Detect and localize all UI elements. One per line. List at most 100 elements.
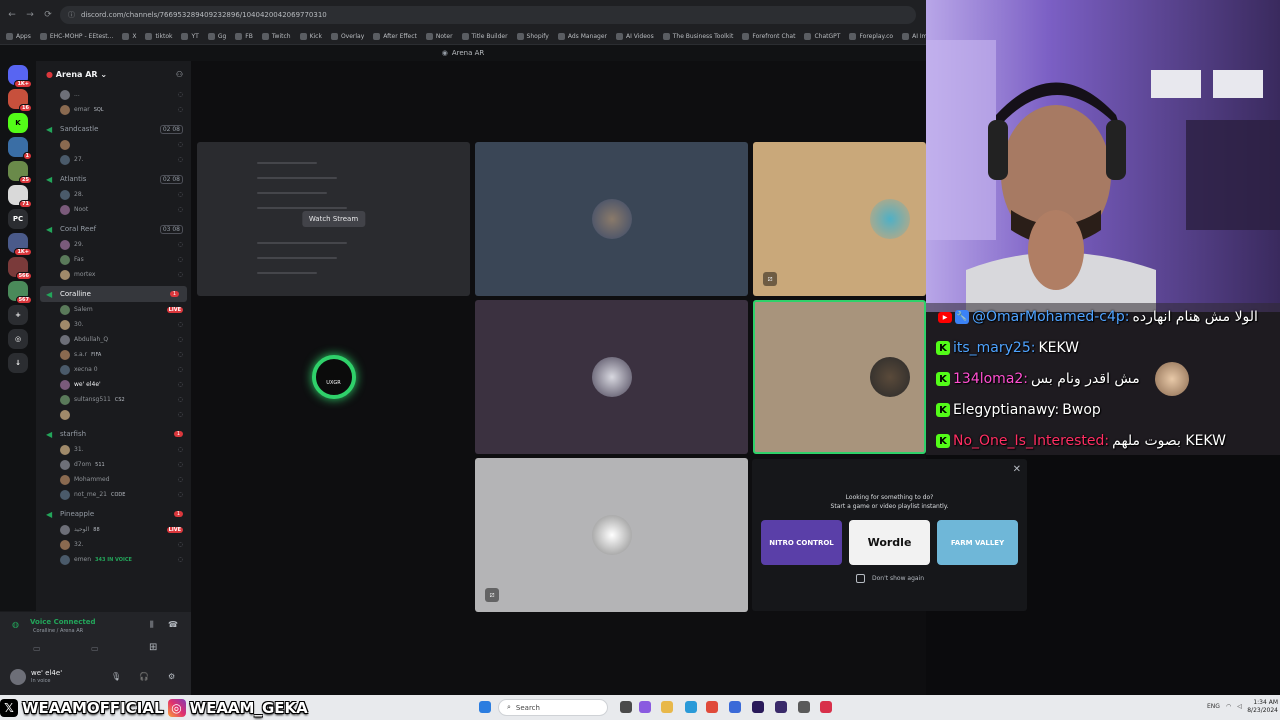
chrome-icon[interactable] — [706, 701, 718, 713]
server-icon[interactable]: 25 — [8, 161, 32, 184]
bookmark-item[interactable]: FB — [235, 33, 253, 40]
bookmark-item[interactable]: Twitch — [261, 33, 291, 40]
server-icon[interactable]: 1K+ — [8, 65, 32, 88]
voice-channel[interactable]: ◀ Atlantis 02 08 — [36, 171, 191, 187]
watch-stream-button[interactable]: Watch Stream — [301, 211, 366, 227]
close-icon[interactable]: ✕ — [1013, 464, 1021, 475]
voice-user[interactable]: 30. ◌ — [36, 317, 191, 332]
taskbar-search[interactable]: ⌕ Search — [498, 699, 608, 716]
voice-channel[interactable]: ◀ starfish 1 — [36, 426, 191, 442]
voice-channel[interactable]: ◀ Pineapple 1 — [36, 506, 191, 522]
server-icon[interactable]: PC — [8, 209, 28, 229]
bookmark-item[interactable]: The Business Toolkit — [662, 33, 733, 40]
participant-tile[interactable]: ⧄ — [753, 142, 926, 296]
bookmark-item[interactable]: Kick — [299, 33, 322, 40]
voice-user[interactable]: 32. ◌ — [36, 537, 191, 552]
bookmark-item[interactable]: AI Image — [902, 33, 926, 40]
bookmark-item[interactable]: Foreplay.co — [849, 33, 893, 40]
participant-tile[interactable] — [753, 300, 926, 454]
voice-user[interactable]: not_me_21 CODE ◌ — [36, 487, 191, 502]
server-icon[interactable]: 16 — [8, 89, 32, 112]
server-icon[interactable]: ↓ — [8, 353, 28, 373]
voice-user[interactable]: d7om 511 ◌ — [36, 457, 191, 472]
premiere-icon[interactable] — [752, 701, 764, 713]
participant-tile[interactable]: ⧄ — [475, 458, 748, 612]
voice-user[interactable]: we' el4e' ◌ — [36, 377, 191, 392]
server-icon[interactable]: 71 — [8, 185, 32, 208]
game-card-farm-valley[interactable]: FARM VALLEY — [937, 520, 1018, 565]
bookmark-item[interactable]: Title Builder — [461, 33, 508, 40]
bookmark-item[interactable]: YT — [181, 33, 199, 40]
server-icon[interactable]: 566 — [8, 257, 32, 280]
voice-user[interactable]: s.a.r FIFA ◌ — [36, 347, 191, 362]
voice-user[interactable]: Salem LIVE — [36, 302, 191, 317]
dont-show-checkbox[interactable] — [856, 574, 865, 583]
site-info-icon[interactable]: ⓘ — [68, 10, 75, 20]
screen-share-icon[interactable]: ▭ — [91, 644, 99, 653]
bookmark-item[interactable]: After Effect — [373, 33, 417, 40]
bookmark-item[interactable]: Noter — [425, 33, 453, 40]
voice-user[interactable]: sultansg511 CS2 ◌ — [36, 392, 191, 407]
disconnect-icon[interactable]: ☎ — [168, 620, 178, 629]
server-icon[interactable]: 567 — [8, 281, 32, 304]
participant-tile[interactable] — [475, 142, 748, 296]
app-icon[interactable] — [729, 701, 741, 713]
bookmark-item[interactable]: Apps — [6, 33, 31, 40]
participant-tile[interactable] — [475, 300, 748, 454]
voice-channel[interactable]: ◀ Coral Reef 03 08 — [36, 221, 191, 237]
after-effects-icon[interactable] — [775, 701, 787, 713]
bookmark-item[interactable]: Ads Manager — [557, 33, 607, 40]
voice-location[interactable]: Coralline / Arena AR — [33, 628, 83, 634]
bookmark-item[interactable]: AI Videos — [616, 33, 654, 40]
noise-suppression-icon[interactable]: ⫼ — [150, 620, 154, 630]
voice-user[interactable]: 31. ◌ — [36, 442, 191, 457]
bookmark-item[interactable]: Forefront Chat — [742, 33, 795, 40]
voice-user[interactable]: 28. ◌ — [36, 187, 191, 202]
server-icon[interactable]: 1 — [8, 137, 32, 160]
wifi-icon[interactable]: ◠ — [1226, 703, 1231, 710]
voice-user[interactable]: ◌ — [36, 407, 191, 422]
voice-user[interactable]: Noot ◌ — [36, 202, 191, 217]
windows-start-icon[interactable] — [479, 701, 491, 713]
edge-icon[interactable] — [685, 701, 697, 713]
participant-tile[interactable]: UXGR — [197, 300, 470, 454]
back-icon[interactable]: ← — [6, 10, 18, 20]
invite-icon[interactable]: ⚇ — [176, 70, 183, 79]
bookmark-item[interactable]: tiktok — [145, 33, 172, 40]
voice-user[interactable]: mortex ◌ — [36, 267, 191, 282]
voice-user[interactable]: Mohammed ◌ — [36, 472, 191, 487]
voice-channel[interactable]: ◀ Sandcastle 02 08 — [36, 121, 191, 137]
server-icon[interactable]: ◎ — [8, 329, 28, 349]
bookmark-item[interactable]: ChatGPT — [804, 33, 840, 40]
bookmark-item[interactable]: EHC-MOHP - EEtest... — [39, 33, 113, 40]
voice-channel[interactable]: ◀ Coralline 1 — [40, 286, 187, 302]
file-explorer-icon[interactable] — [661, 701, 673, 713]
voice-user[interactable]: ... ◌ — [36, 87, 191, 102]
forward-icon[interactable]: → — [24, 10, 36, 20]
app-icon[interactable] — [820, 701, 832, 713]
microphone-icon[interactable]: 🎙 — [111, 672, 121, 681]
voice-user[interactable]: الوحيد 88 LIVE — [36, 522, 191, 537]
camera-icon[interactable]: ▭ — [33, 644, 41, 653]
language-indicator[interactable]: ENG — [1207, 703, 1220, 710]
clock[interactable]: 1:34 AM 8/23/2024 — [1247, 699, 1278, 715]
voice-user[interactable]: emen 343 IN VOICE ◌ — [36, 552, 191, 567]
bookmark-item[interactable]: Overlay — [330, 33, 364, 40]
server-icon[interactable]: K — [8, 113, 28, 133]
server-icon[interactable]: 1K+ — [8, 233, 32, 256]
copilot-icon[interactable] — [639, 701, 651, 713]
voice-user[interactable]: Abdullah_Q ◌ — [36, 332, 191, 347]
reload-icon[interactable]: ⟳ — [42, 10, 54, 20]
stream-tile[interactable]: Watch Stream — [197, 142, 470, 296]
bookmark-item[interactable]: Gg — [207, 33, 226, 40]
app-icon[interactable] — [798, 701, 810, 713]
headphones-icon[interactable]: 🎧 — [139, 672, 149, 681]
game-card-nitro-control[interactable]: NITRO CONTROL — [761, 520, 842, 565]
avatar[interactable] — [10, 669, 26, 685]
settings-gear-icon[interactable]: ⚙ — [168, 672, 175, 681]
voice-user[interactable]: Fas ◌ — [36, 252, 191, 267]
voice-user[interactable]: ◌ — [36, 137, 191, 152]
voice-user[interactable]: 29. ◌ — [36, 237, 191, 252]
voice-user[interactable]: emar SQL ◌ — [36, 102, 191, 117]
activities-icon[interactable]: ⊞ — [149, 642, 157, 653]
